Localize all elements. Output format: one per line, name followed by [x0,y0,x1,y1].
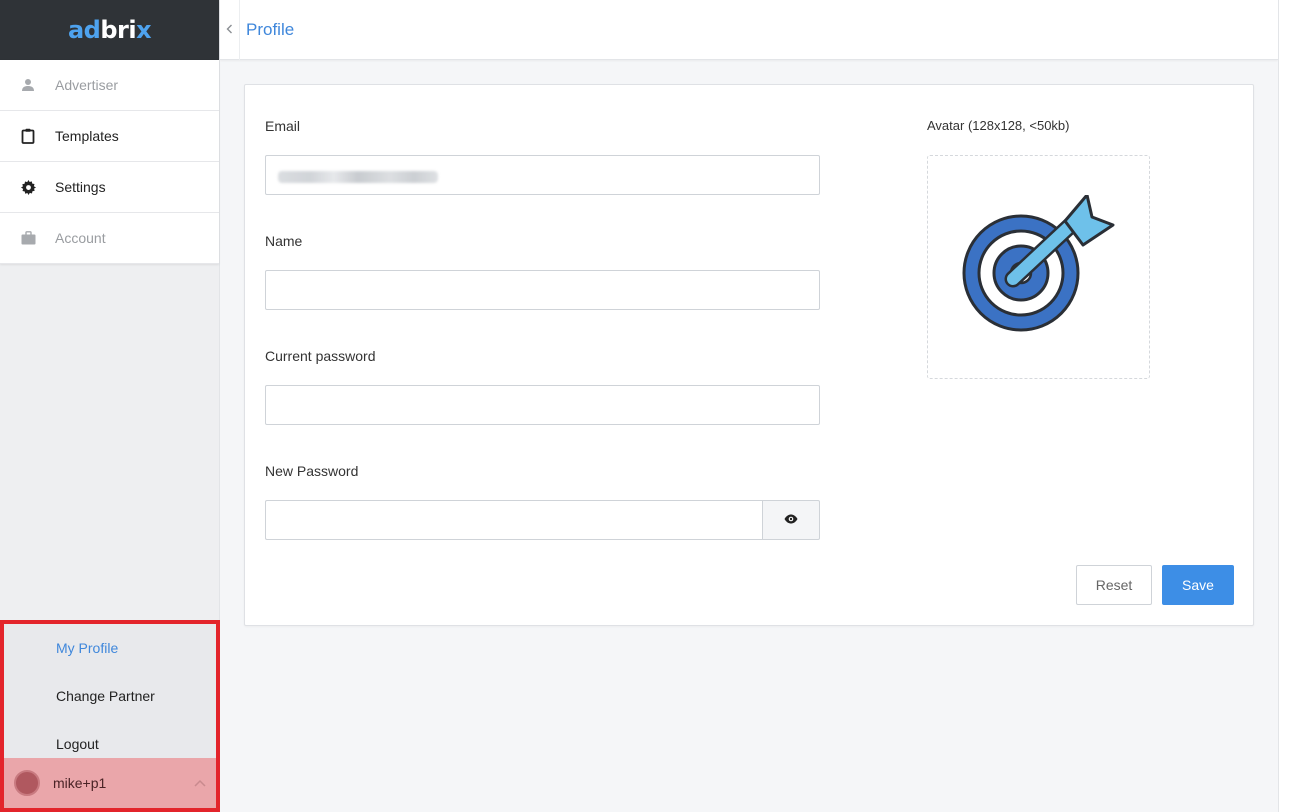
sidebar-nav: Advertiser Templates Settings Account [0,60,219,264]
profile-form-card: Email Name Current password New Password… [244,84,1254,626]
new-password-label: New Password [265,463,359,479]
username: mike+p1 [53,775,107,791]
page-header: Profile [220,0,1278,60]
my-profile-menu-item[interactable]: My Profile [4,624,216,672]
change-partner-menu-item[interactable]: Change Partner [4,672,216,720]
adbrix-logo[interactable]: adbrix [68,16,152,44]
current-password-label: Current password [265,348,376,364]
name-field[interactable] [265,270,820,310]
eye-icon [784,511,798,529]
sidebar-item-settings[interactable]: Settings [0,162,219,213]
reset-button[interactable]: Reset [1076,565,1152,605]
chevron-up-icon [190,779,210,787]
email-redacted-value [278,171,438,183]
name-label: Name [265,233,303,249]
sidebar-item-account[interactable]: Account [0,213,219,264]
avatar-label: Avatar (128x128, <50kb) [927,118,1070,133]
page-title: Profile [246,19,295,39]
clipboard-icon [20,128,36,144]
sidebar-item-label: Settings [55,179,106,195]
sidebar-item-label: Advertiser [55,77,119,93]
sidebar-collapse-button[interactable] [220,0,240,60]
toggle-password-visibility-button[interactable] [762,500,820,540]
sidebar-item-label: Templates [55,128,119,144]
save-button[interactable]: Save [1162,565,1234,605]
sidebar: adbrix Advertiser Templates Settings Acc… [0,0,220,812]
sidebar-item-templates[interactable]: Templates [0,111,219,162]
current-password-field[interactable] [265,385,820,425]
avatar [14,770,40,796]
chevron-left-icon [226,21,233,39]
avatar-upload[interactable] [927,155,1150,379]
new-password-field[interactable] [265,500,762,540]
user-menu: My Profile Change Partner Logout mike+p1 [0,620,220,812]
email-label: Email [265,118,301,134]
gear-icon [20,179,36,195]
sidebar-item-label: Account [55,230,106,246]
user-icon [20,77,36,93]
user-menu-toggle[interactable]: mike+p1 [4,758,216,808]
new-password-group [265,500,820,540]
sidebar-item-advertiser[interactable]: Advertiser [0,60,219,111]
briefcase-icon [20,230,36,246]
logo-bar: adbrix [0,0,219,60]
target-dart-icon [961,193,1117,340]
right-edge-panel [1278,0,1290,812]
